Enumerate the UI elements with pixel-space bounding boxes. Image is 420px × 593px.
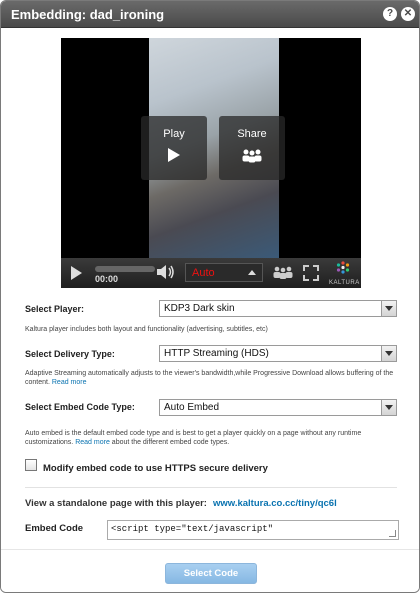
- flavor-value: Auto: [192, 267, 215, 279]
- flavor-selector[interactable]: Auto: [185, 263, 263, 282]
- play-overlay-label: Play: [163, 128, 185, 140]
- dialog-titlebar[interactable]: Embedding: dad_ironing ? ✕: [1, 1, 419, 28]
- embed-code-label: Embed Code: [25, 523, 84, 534]
- share-overlay-button[interactable]: Share: [219, 116, 285, 180]
- close-icon[interactable]: ✕: [401, 7, 415, 21]
- embed-code-value: <script type="text/javascript": [111, 524, 274, 534]
- delivery-type-value: HTTP Streaming (HDS): [164, 348, 269, 359]
- player-help-text: Kaltura player includes both layout and …: [25, 326, 268, 333]
- resize-handle[interactable]: [389, 530, 396, 537]
- embed-code-textarea[interactable]: <script type="text/javascript": [107, 520, 399, 540]
- chevron-down-icon: [381, 301, 396, 316]
- embed-code-type-select[interactable]: Auto Embed: [159, 399, 397, 416]
- chevron-down-icon: [381, 400, 396, 415]
- question-icon[interactable]: ?: [383, 7, 397, 21]
- share-icon[interactable]: [271, 266, 295, 280]
- embed-code-type-label: Select Embed Code Type:: [25, 402, 135, 412]
- embed-type-read-more-link[interactable]: Read more: [75, 439, 110, 446]
- play-overlay-button[interactable]: Play: [141, 116, 207, 180]
- fullscreen-icon[interactable]: [303, 265, 319, 281]
- delivery-help-text: Adaptive Streaming automatically adjusts…: [25, 369, 395, 387]
- player-control-bar: 00:00 Auto KALTURA: [61, 258, 361, 288]
- dialog-title: Embedding: dad_ironing: [11, 7, 165, 22]
- share-overlay-label: Share: [237, 128, 267, 140]
- kaltura-logo-text: KALTURA: [329, 280, 360, 286]
- divider: [25, 487, 397, 488]
- play-icon: [168, 148, 180, 162]
- standalone-page-link[interactable]: www.kaltura.co.cc/tiny/qc6l: [213, 498, 337, 509]
- caret-up-icon: [248, 270, 256, 275]
- select-code-button[interactable]: Select Code: [165, 563, 257, 584]
- scrubber[interactable]: [95, 266, 155, 272]
- embed-dialog: Embedding: dad_ironing ? ✕ Play Share 00…: [0, 0, 420, 593]
- delivery-type-select[interactable]: HTTP Streaming (HDS): [159, 345, 397, 362]
- time-display: 00:00: [95, 274, 119, 284]
- video-player[interactable]: Play Share 00:00 Auto KALTURA: [61, 38, 361, 288]
- chevron-down-icon: [381, 346, 396, 361]
- embed-type-help-tail: about the different embed code types.: [111, 439, 230, 446]
- play-control-icon[interactable]: [71, 266, 82, 280]
- https-checkbox[interactable]: [25, 459, 37, 471]
- kaltura-logo[interactable]: KALTURA: [329, 261, 360, 286]
- share-people-icon: [242, 149, 262, 163]
- delivery-type-label: Select Delivery Type:: [25, 349, 115, 359]
- player-select[interactable]: KDP3 Dark skin: [159, 300, 397, 317]
- volume-icon[interactable]: [157, 265, 175, 279]
- embed-type-help-text: Auto embed is the default embed code typ…: [25, 429, 395, 447]
- standalone-page-label: View a standalone page with this player:: [25, 498, 207, 509]
- player-select-value: KDP3 Dark skin: [164, 303, 235, 314]
- https-checkbox-label[interactable]: Modify embed code to use HTTPS secure de…: [43, 463, 268, 474]
- select-player-label: Select Player:: [25, 304, 85, 314]
- kaltura-logo-icon: [336, 261, 350, 274]
- delivery-read-more-link[interactable]: Read more: [52, 379, 87, 386]
- embed-code-type-value: Auto Embed: [164, 402, 220, 413]
